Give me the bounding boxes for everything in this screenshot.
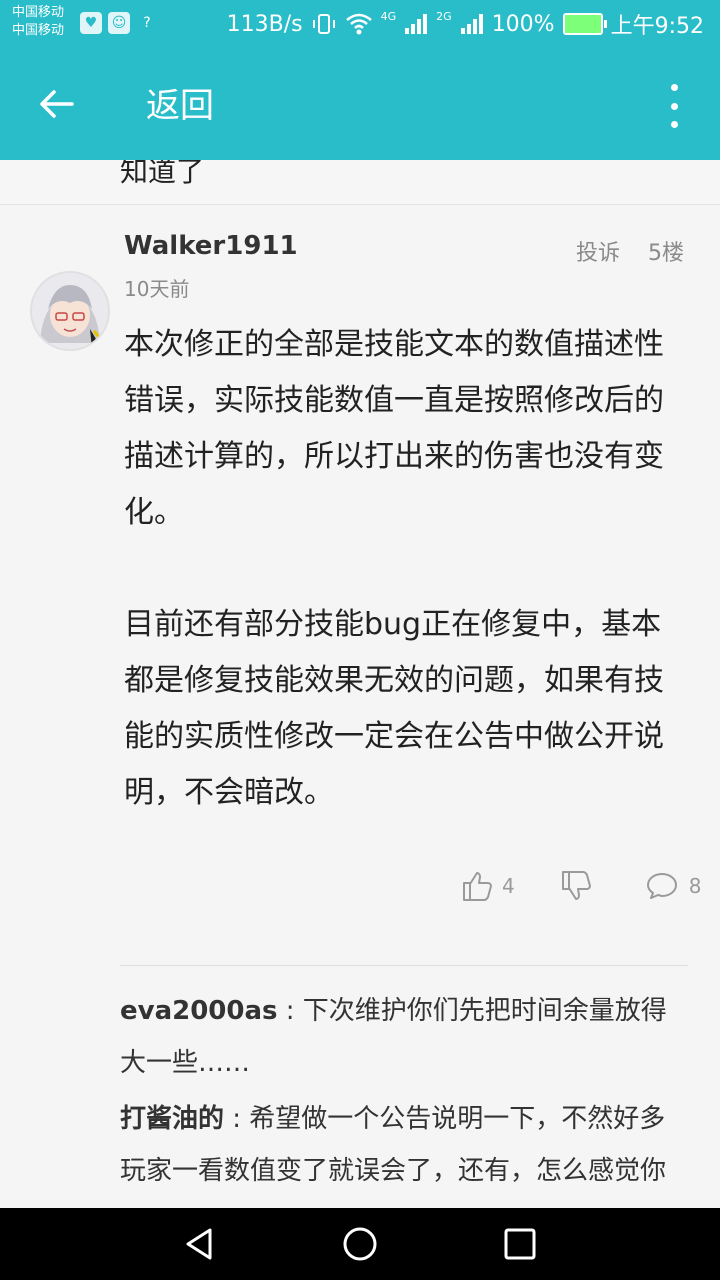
thumbs-down-icon bbox=[561, 871, 591, 900]
clock: 上午9:52 bbox=[610, 14, 704, 39]
carrier-2: 中国移动 bbox=[12, 23, 65, 38]
report-link[interactable]: 投诉 bbox=[576, 235, 620, 267]
more-options-button[interactable] bbox=[664, 84, 684, 128]
reply-item[interactable]: 打酱油的 : 希望做一个公告说明一下，不然好多玩家一看数值变了就误会了，还有，怎… bbox=[120, 1093, 690, 1208]
floor-number: 5楼 bbox=[648, 241, 684, 266]
comment-count: 8 bbox=[688, 874, 702, 898]
avatar-image bbox=[32, 273, 108, 349]
reply-item[interactable]: eva2000as : 下次维护你们先把时间余量放得大一些…… bbox=[120, 985, 690, 1089]
thumbs-up-icon bbox=[463, 872, 492, 901]
system-nav-bar bbox=[0, 1208, 720, 1280]
battery-icon bbox=[562, 13, 607, 35]
previous-post-tail: 知道了 bbox=[0, 160, 720, 205]
post-actions: 4 8 bbox=[460, 869, 701, 903]
battery-percent: 100% bbox=[491, 11, 555, 37]
post-body: 本次修正的全部是技能文本的数值描述性错误，实际技能数值一直是按照修改后的描述计算… bbox=[124, 317, 684, 821]
avatar[interactable] bbox=[30, 271, 110, 351]
network-4g: 4G bbox=[380, 9, 397, 23]
page-title: 返回 bbox=[146, 86, 214, 126]
arrow-left-icon bbox=[40, 90, 74, 118]
thread-content[interactable]: 知道了 Walker1911 10天前 投诉 5楼 本次修正的全部是技能文本的数… bbox=[0, 160, 720, 1208]
reply-author[interactable]: eva2000as bbox=[120, 996, 278, 1026]
reply-divider bbox=[120, 965, 688, 966]
wifi-icon bbox=[345, 13, 372, 35]
app-icon: ☺ bbox=[108, 12, 130, 34]
signal-icon bbox=[405, 14, 428, 34]
back-button[interactable] bbox=[28, 76, 84, 132]
status-icons-left: ♥ ☺ ? bbox=[80, 12, 158, 34]
circle-home-icon[interactable] bbox=[340, 1224, 380, 1264]
network-speed: 113B/s bbox=[226, 11, 303, 37]
like-count: 4 bbox=[502, 874, 515, 898]
previous-text: 知道了 bbox=[120, 160, 205, 188]
heartbeat-icon: ♥ bbox=[80, 12, 102, 34]
like-button[interactable]: 4 bbox=[460, 869, 515, 903]
app-bar: 返回 bbox=[0, 48, 720, 160]
carrier-labels: 中国移动 中国移动 bbox=[12, 4, 64, 40]
post-time: 10天前 bbox=[124, 277, 190, 301]
square-recent-icon[interactable] bbox=[500, 1224, 540, 1264]
vibrate-icon bbox=[312, 14, 335, 34]
signal-icon bbox=[460, 14, 483, 34]
triangle-back-icon[interactable] bbox=[180, 1224, 220, 1264]
network-2g: 2G bbox=[436, 9, 452, 23]
carrier-1: 中国移动 bbox=[12, 5, 65, 20]
post-paragraph-1: 本次修正的全部是技能文本的数值描述性错误，实际技能数值一直是按照修改后的描述计算… bbox=[124, 327, 664, 530]
post-paragraph-2: 目前还有部分技能bug正在修复中，基本都是修复技能效果无效的问题，如果有技能的实… bbox=[124, 607, 664, 810]
reply-author[interactable]: 打酱油的 bbox=[120, 1104, 224, 1134]
status-bar: 中国移动 中国移动 ♥ ☺ ? 113B/s 4G 2G 100% 上午9:52 bbox=[0, 0, 720, 48]
comment-bubble-icon bbox=[646, 873, 677, 899]
comment-button[interactable]: 8 bbox=[645, 871, 702, 901]
dislike-button[interactable] bbox=[559, 869, 593, 903]
wifi-question-icon: ? bbox=[143, 15, 151, 31]
status-icons-right: 113B/s 4G 2G 100% 上午9:52 bbox=[227, 0, 704, 48]
more-vertical-icon bbox=[670, 84, 678, 91]
post-username[interactable]: Walker1911 bbox=[124, 231, 298, 261]
